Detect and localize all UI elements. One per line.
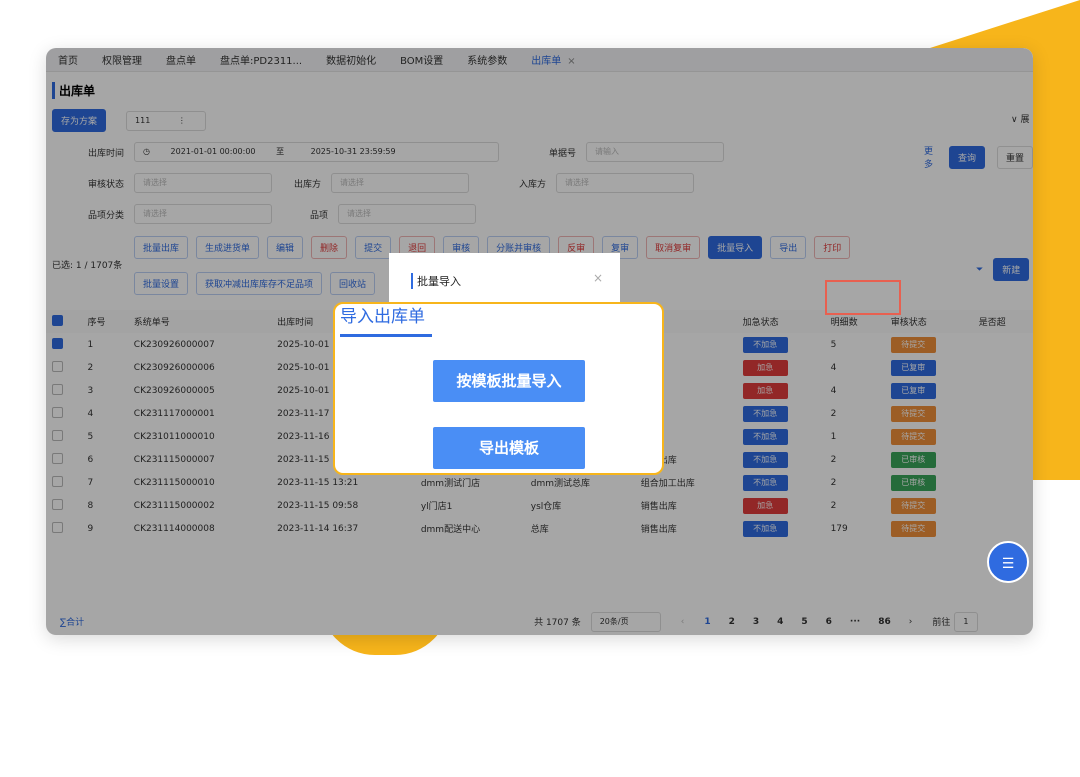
import-by-template-button[interactable]: 按模板批量导入 — [433, 360, 585, 402]
dialog-heading-underline — [340, 334, 432, 337]
dialog-heading: 导入出库单 — [340, 307, 425, 327]
import-dialog-title: 批量导入 — [411, 273, 461, 289]
highlight-frame — [825, 280, 901, 315]
export-template-button[interactable]: 导出模板 — [433, 427, 585, 469]
close-icon[interactable]: × — [593, 271, 603, 285]
search-list-icon[interactable]: ☰ — [987, 541, 1029, 583]
